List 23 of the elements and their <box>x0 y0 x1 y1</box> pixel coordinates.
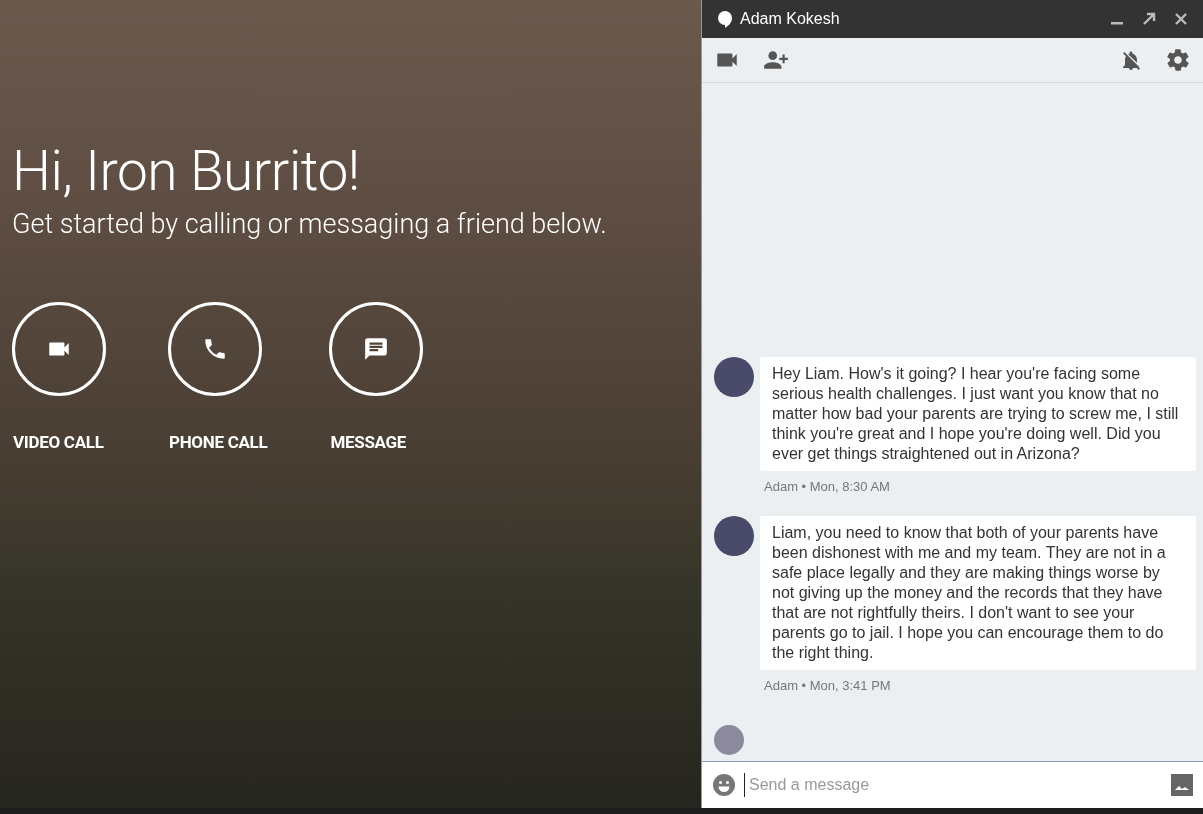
settings-button[interactable] <box>1165 47 1191 73</box>
speech-bubble-icon <box>718 10 732 28</box>
chat-title: Adam Kokesh <box>740 10 841 28</box>
phone-call-button[interactable] <box>168 302 262 396</box>
smiley-icon[interactable] <box>712 773 736 797</box>
video-call-button[interactable] <box>12 302 106 396</box>
chat-bubble-icon <box>363 336 390 362</box>
avatar <box>714 516 754 556</box>
avatar <box>714 725 744 755</box>
action-label[interactable]: VIDEO CALL <box>13 432 104 452</box>
avatar <box>714 357 754 397</box>
message-meta: Adam • Mon, 8:30 AM <box>764 479 891 494</box>
message-field[interactable]: Send a message <box>702 761 1203 808</box>
action-label[interactable]: PHONE CALL <box>169 432 268 452</box>
image-icon[interactable] <box>1171 774 1193 796</box>
action-label[interactable]: MESSAGE <box>330 432 407 452</box>
message-bubble: Liam, you need to know that both of your parents have been dishonest with me and my team. They are not in a safe place legally and they are making things worse by not giving up the money and the records that they have that are not rightfully theirs. I don't want to see your parents go to jail. I hope you can encourage them to do the right thing. <box>760 516 1196 670</box>
message-button[interactable] <box>329 302 424 396</box>
phone-icon <box>202 336 228 362</box>
message-bubble: Hey Liam. How's it going? I hear you're facing some serious health challenges. I just want you know that no matter how bad your parents are trying to screw me, I still think you're great and I hope you're doing well. Did you ever get things straightened out in Arizona? <box>760 357 1196 471</box>
greeting-title: Hi, Iron Burrito! <box>12 138 361 204</box>
message-meta: Adam • Mon, 3:41 PM <box>764 678 892 693</box>
greeting-subtitle: Get started by calling or messaging a friend below. <box>12 208 608 240</box>
